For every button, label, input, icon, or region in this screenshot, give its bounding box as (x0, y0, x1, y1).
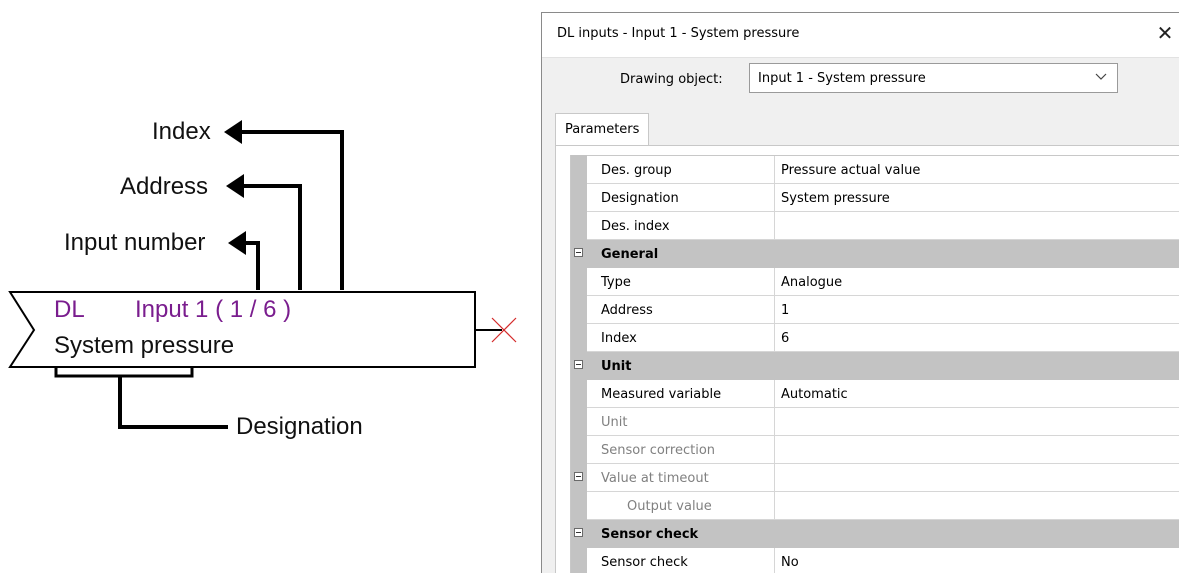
address-leader-line (242, 184, 302, 290)
category-name: General (601, 247, 659, 262)
property-value-cell (774, 464, 1179, 491)
property-name: Des. group (601, 163, 672, 178)
property-row[interactable]: Sensor check No (571, 547, 1179, 573)
property-grid: Des. group Pressure actual value Designa… (570, 155, 1179, 573)
tab-parameters[interactable]: Parameters (555, 113, 650, 146)
property-row[interactable]: Index 6 (571, 323, 1179, 352)
property-name: Sensor check (601, 555, 688, 570)
property-row[interactable]: Address 1 (571, 295, 1179, 324)
property-value: Automatic (781, 387, 848, 402)
close-icon[interactable]: ✕ (1151, 18, 1179, 48)
title-bar: DL inputs - Input 1 - System pressure ✕ (542, 13, 1179, 58)
input-number-arrowhead (228, 231, 246, 255)
property-row[interactable]: Type Analogue (571, 267, 1179, 296)
property-value: System pressure (781, 191, 890, 206)
property-value-cell[interactable]: No (774, 548, 1179, 573)
dl-inputs-dialog: DL inputs - Input 1 - System pressure ✕ … (541, 12, 1179, 573)
block-prefix: DL (54, 296, 85, 323)
property-name: Value at timeout (601, 471, 709, 486)
category-name: Sensor check (601, 527, 699, 542)
property-value-cell[interactable]: Automatic (774, 380, 1179, 407)
category-name: Unit (601, 359, 632, 374)
category-row-general[interactable]: General (571, 240, 1179, 268)
diagram-lines (8, 120, 517, 429)
property-value: Pressure actual value (781, 163, 921, 178)
property-value: 6 (781, 331, 790, 346)
designation-leader-line (118, 376, 228, 429)
property-row-disabled: Sensor correction (571, 435, 1179, 464)
tab-strip: Parameters (555, 113, 1179, 146)
property-row-disabled: Unit (571, 407, 1179, 436)
property-row-disabled: Value at timeout (571, 463, 1179, 492)
property-row[interactable]: Designation System pressure (571, 183, 1179, 212)
drawing-object-select[interactable]: Input 1 - System pressure (749, 63, 1118, 93)
property-value: Analogue (781, 275, 843, 290)
index-arrowhead (224, 120, 242, 144)
drawing-object-row: Drawing object: Input 1 - System pressur… (542, 61, 1179, 97)
category-row-sensor-check[interactable]: Sensor check (571, 520, 1179, 548)
collapse-icon[interactable] (574, 360, 583, 369)
input-number-label: Input number (64, 229, 206, 256)
property-value-cell (774, 492, 1179, 519)
collapse-icon[interactable] (574, 528, 583, 537)
index-leader-line (240, 130, 344, 290)
property-name: Des. index (601, 219, 670, 234)
property-value-cell[interactable]: Analogue (774, 268, 1179, 295)
input-number-leader-line (245, 241, 260, 290)
property-row-disabled: Output value (571, 491, 1179, 520)
property-value: 1 (781, 303, 790, 318)
block-designation: System pressure (54, 332, 235, 359)
drawing-object-label: Drawing object: (620, 72, 723, 87)
property-value-cell[interactable]: Pressure actual value (774, 156, 1179, 183)
parameters-panel: Des. group Pressure actual value Designa… (555, 145, 1179, 573)
property-name: Type (601, 275, 631, 290)
property-row[interactable]: Measured variable Automatic (571, 379, 1179, 408)
property-name: Index (601, 331, 637, 346)
category-row-unit[interactable]: Unit (571, 352, 1179, 380)
function-block-diagram: Index Address Input number Designation D… (0, 0, 530, 573)
address-arrowhead (226, 174, 244, 198)
collapse-icon[interactable] (574, 472, 583, 481)
dialog-title: DL inputs - Input 1 - System pressure (557, 26, 800, 41)
designation-label: Designation (236, 413, 363, 440)
drawing-object-value: Input 1 - System pressure (758, 71, 926, 86)
collapse-icon[interactable] (574, 248, 583, 257)
property-value: No (781, 555, 799, 570)
chevron-down-icon (1095, 73, 1107, 80)
property-value-cell[interactable]: System pressure (774, 184, 1179, 211)
property-row[interactable]: Des. index (571, 211, 1179, 240)
address-label: Address (120, 173, 209, 200)
property-value-cell[interactable]: 6 (774, 324, 1179, 351)
property-value-cell (774, 436, 1179, 463)
property-row[interactable]: Des. group Pressure actual value (571, 155, 1179, 184)
property-name: Sensor correction (601, 443, 716, 458)
designation-bracket (54, 368, 194, 378)
property-name: Measured variable (601, 387, 722, 402)
property-name: Address (601, 303, 653, 318)
property-name: Output value (627, 499, 712, 514)
property-value-cell[interactable] (774, 212, 1179, 239)
property-name: Designation (601, 191, 679, 206)
property-value-cell (774, 408, 1179, 435)
index-label: Index (152, 118, 211, 145)
block-input-text: Input 1 ( 1 / 6 ) (135, 296, 292, 323)
property-name: Unit (601, 415, 628, 430)
property-value-cell[interactable]: 1 (774, 296, 1179, 323)
